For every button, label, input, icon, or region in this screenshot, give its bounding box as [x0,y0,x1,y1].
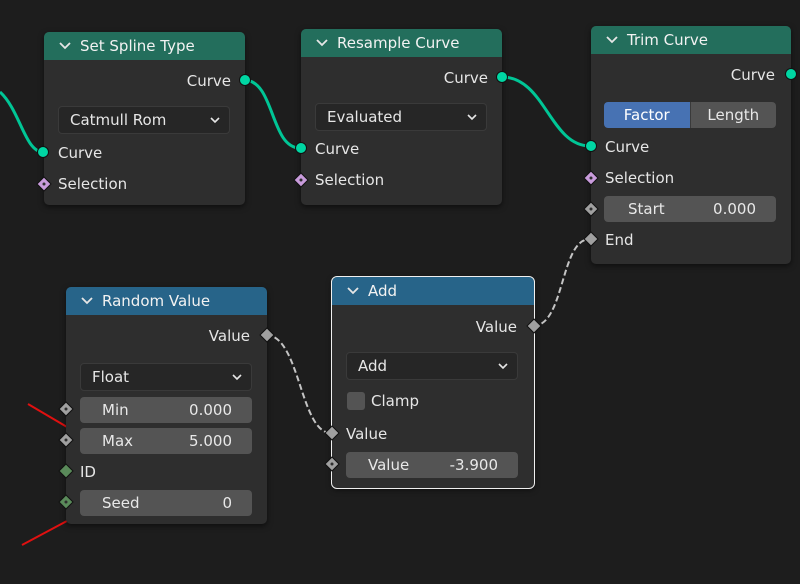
trim-mode-toggle[interactable]: Factor Length [604,102,776,128]
clamp-row: Clamp [371,392,419,410]
seed-field[interactable]: Seed 0 [80,490,252,516]
node-trim-curve[interactable]: Trim Curve Curve Factor Length Curve Sel… [591,26,791,264]
link-curve-resample-to-trim [501,75,591,148]
input-row-curve: Curve [605,138,650,156]
output-row: Value [475,318,517,336]
node-title: Trim Curve [627,31,708,49]
input-row-value: Value [346,425,388,443]
link-value-add-to-trim-end [532,238,591,327]
chevron-down-icon [467,114,477,121]
value-field[interactable]: Value -3.900 [346,452,518,478]
input-row-end: End [605,231,634,249]
node-title: Random Value [102,292,211,310]
node-header[interactable]: Trim Curve [591,26,791,54]
min-field[interactable]: Min 0.000 [80,397,252,423]
chevron-down-icon[interactable] [58,39,72,53]
node-random-value[interactable]: Random Value Value Float Min 0.000 Max 5… [66,287,267,524]
output-row: Value [208,327,250,345]
operation-dropdown[interactable]: Add [346,352,518,380]
node-title: Resample Curve [337,34,460,52]
node-set-spline-type[interactable]: Set Spline Type Curve Catmull Rom Curve … [44,32,245,205]
input-row-selection: Selection [605,169,675,187]
input-row-selection: Selection [315,171,385,189]
link-curve-set-spline-to-resample [243,78,301,150]
input-row-selection: Selection [58,175,128,193]
input-row-curve: Curve [315,140,360,158]
output-row: Curve [730,66,775,84]
mode-length-button[interactable]: Length [689,102,776,128]
link-value-random-to-add [265,334,332,434]
mode-factor-button[interactable]: Factor [604,102,690,128]
resample-mode-dropdown[interactable]: Evaluated [315,103,487,131]
node-add[interactable]: Add Value Add Clamp Value Value -3.900 [331,276,535,489]
start-field[interactable]: Start 0.000 [604,196,776,222]
chevron-down-icon[interactable] [315,36,329,50]
input-row-curve: Curve [58,144,103,162]
chevron-down-icon [498,363,508,370]
link-curve-offscreen-to-set-spline [0,90,44,154]
node-title: Set Spline Type [80,37,195,55]
node-title: Add [368,282,398,300]
output-label: Curve [186,72,231,90]
spline-type-dropdown[interactable]: Catmull Rom [58,106,230,134]
node-header[interactable]: Set Spline Type [44,32,245,60]
clamp-checkbox[interactable] [347,392,365,410]
chevron-down-icon[interactable] [346,284,360,298]
output-row: Curve [44,69,245,93]
node-header[interactable]: Random Value [66,287,267,315]
max-field[interactable]: Max 5.000 [80,428,252,454]
node-header[interactable]: Resample Curve [301,29,502,57]
input-row-id: ID [80,463,96,481]
output-row: Curve [443,69,488,87]
data-type-dropdown[interactable]: Float [80,363,252,391]
node-header[interactable]: Add [332,277,534,305]
chevron-down-icon[interactable] [605,33,619,47]
chevron-down-icon [232,374,242,381]
chevron-down-icon[interactable] [80,294,94,308]
node-resample-curve[interactable]: Resample Curve Curve Evaluated Curve Sel… [301,29,502,205]
chevron-down-icon [210,117,220,124]
